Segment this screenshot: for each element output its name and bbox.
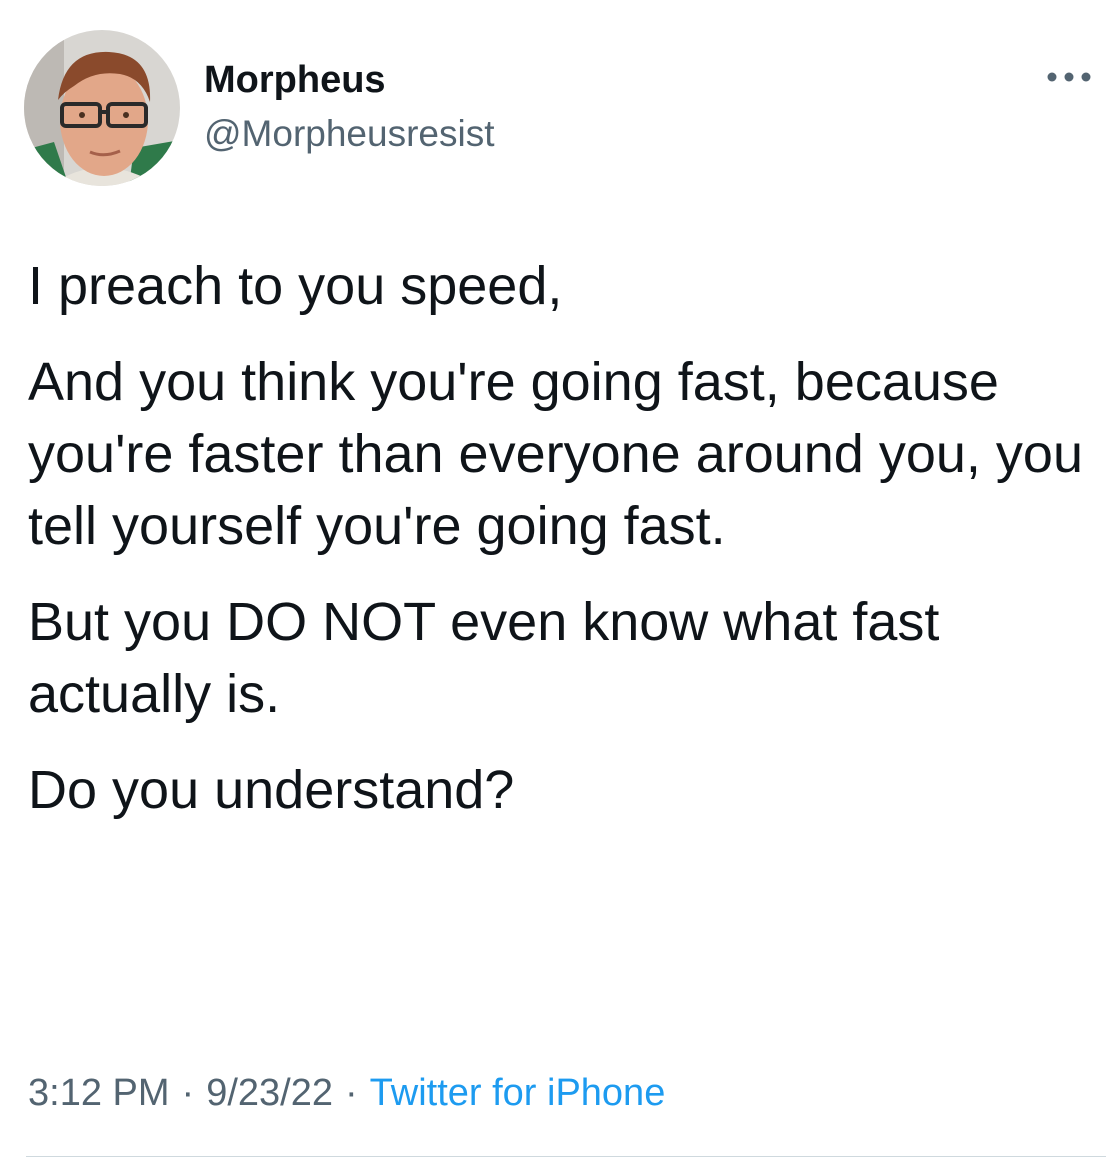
more-horizontal-icon	[1047, 72, 1091, 82]
author-display-name[interactable]: Morpheus	[204, 56, 386, 104]
meta-separator: ·	[344, 1072, 358, 1114]
author-handle[interactable]: @Morpheusresist	[204, 111, 495, 157]
tweet-date[interactable]: 9/23/22	[206, 1072, 333, 1114]
tweet-paragraph: But you DO NOT even know what fast actua…	[28, 592, 940, 724]
tweet-text: I preach to you speed, And you think you…	[28, 250, 1103, 850]
tweet-meta: 3:12 PM · 9/23/22 · Twitter for iPhone	[28, 1068, 665, 1118]
avatar[interactable]	[24, 30, 180, 186]
tweet-time[interactable]: 3:12 PM	[28, 1072, 170, 1114]
tweet-paragraph: Do you understand?	[28, 760, 515, 820]
tweet-paragraph: And you think you're going fast, because…	[28, 352, 1083, 556]
meta-separator: ·	[181, 1072, 195, 1114]
divider	[26, 1156, 1106, 1157]
more-options-button[interactable]	[1043, 62, 1095, 92]
tweet-source-link[interactable]: Twitter for iPhone	[370, 1072, 666, 1114]
avatar-photo	[24, 30, 180, 186]
tweet-paragraph: I preach to you speed,	[28, 256, 563, 316]
